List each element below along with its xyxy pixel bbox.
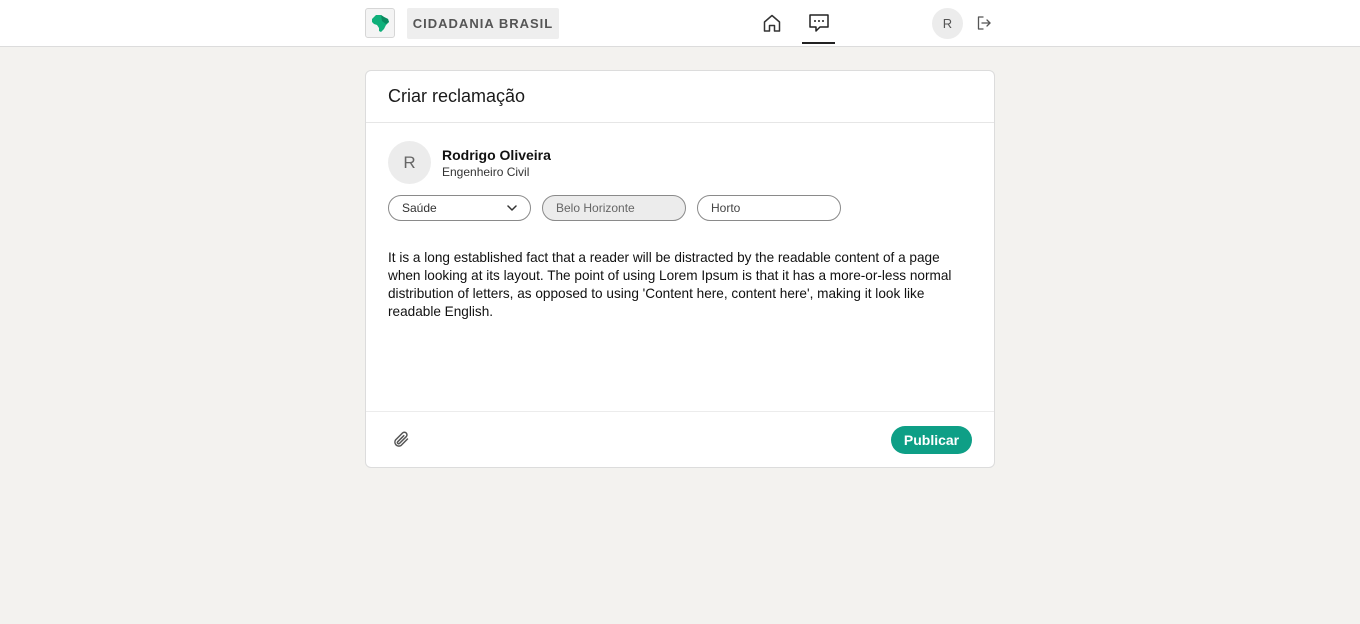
avatar[interactable]: R xyxy=(932,8,963,39)
nav-home[interactable] xyxy=(760,11,784,35)
chevron-down-icon xyxy=(507,204,517,211)
create-complaint-card: Criar reclamação R Rodrigo Oliveira Enge… xyxy=(365,70,995,468)
logout-icon xyxy=(977,16,991,30)
top-navbar: CIDADANIA BRASIL R xyxy=(0,0,1360,47)
divider xyxy=(366,411,994,412)
user-role: Engenheiro Civil xyxy=(442,165,530,179)
district-field[interactable]: Horto xyxy=(697,195,841,221)
paperclip-icon xyxy=(394,431,409,447)
publish-button[interactable]: Publicar xyxy=(891,426,972,454)
attach-button[interactable] xyxy=(390,428,414,452)
user-avatar: R xyxy=(388,141,431,184)
city-field-value: Belo Horizonte xyxy=(556,201,635,215)
district-field-value: Horto xyxy=(711,201,741,215)
complaint-textarea[interactable]: It is a long established fact that a rea… xyxy=(388,249,973,321)
brazil-map-icon xyxy=(372,15,389,32)
logout-button[interactable] xyxy=(975,14,993,32)
category-select-value: Saúde xyxy=(402,201,437,215)
home-icon xyxy=(763,14,781,32)
nav-complaints[interactable] xyxy=(807,11,831,35)
logo[interactable] xyxy=(365,8,395,38)
category-select[interactable]: Saúde xyxy=(388,195,531,221)
chat-icon xyxy=(809,14,829,32)
nav-active-indicator xyxy=(802,42,835,44)
city-field[interactable]: Belo Horizonte xyxy=(542,195,686,221)
card-title: Criar reclamação xyxy=(388,86,526,106)
user-name: Rodrigo Oliveira xyxy=(442,147,551,163)
divider xyxy=(366,122,994,123)
brand-label[interactable]: CIDADANIA BRASIL xyxy=(407,8,559,39)
